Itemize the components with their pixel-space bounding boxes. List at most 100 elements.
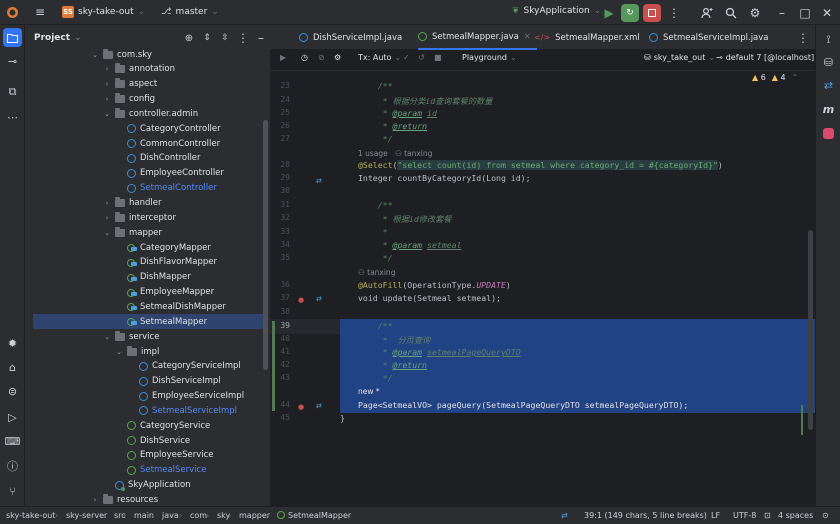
tree-item[interactable]: ⌄ mapper [103, 225, 162, 240]
close-icon[interactable]: ✕ [817, 3, 837, 23]
tree-item[interactable]: ⌄ controller.admin [103, 106, 198, 121]
code-line-39[interactable]: /** [358, 321, 393, 331]
breadcrumb-item[interactable]: sky-server [66, 511, 107, 520]
author-hint[interactable]: ⚇ tanxing [358, 268, 395, 277]
code-line-25[interactable]: * @param id [358, 108, 437, 118]
tree-item[interactable]: SetmealController [115, 181, 217, 196]
vcs-status-icon[interactable]: ⇄ [561, 511, 568, 520]
build-icon[interactable]: ⌂ [3, 358, 22, 377]
tree-item[interactable]: CategoryService [115, 418, 210, 433]
breadcrumb-item[interactable]: java [162, 511, 179, 520]
ai-assistant-icon[interactable]: ⇄ [819, 76, 838, 95]
tree-item[interactable]: ⌄ com.sky [91, 47, 152, 62]
tree-item[interactable]: DishController [115, 151, 201, 166]
settings-gear-icon[interactable]: ⚙ [745, 3, 765, 23]
lock-icon[interactable]: ⊡ [764, 511, 771, 520]
tabs-more-icon[interactable]: ⋮ [793, 28, 813, 48]
tree-item[interactable]: DishMapper [115, 270, 191, 285]
datasource-selector[interactable]: ⛁ sky_take_out ⌄ [644, 53, 715, 62]
new-hint[interactable]: new * [358, 387, 380, 396]
search-icon[interactable] [721, 3, 741, 23]
tree-item[interactable]: DishServiceImpl [127, 374, 221, 389]
breadcrumb-item[interactable]: com [190, 511, 207, 520]
tree-item[interactable]: › handler [103, 196, 161, 211]
branch-switcher[interactable]: ⎇ master ⌄ [161, 7, 219, 17]
close-icon[interactable]: ✕ [524, 32, 531, 41]
tree-item[interactable]: SetmealServiceImpl [127, 403, 237, 418]
inspection-widget[interactable]: ▲ 6 ▲ 4 ⌃ [752, 73, 798, 82]
usage-hint[interactable]: 1 usage ⚇ tanxing [358, 149, 432, 158]
indent-setting[interactable]: 4 spaces [778, 511, 813, 520]
code-line-44[interactable]: Page<SetmealVO> pageQuery(SetmealPageQue… [358, 400, 688, 410]
run-icon[interactable]: ▶ [599, 3, 619, 23]
run-tool-icon[interactable]: ▷ [3, 408, 22, 427]
plugin-icon[interactable] [819, 124, 838, 143]
chevron-right-icon[interactable]: › [103, 214, 111, 222]
debug-icon[interactable]: ✹ [3, 334, 22, 353]
code-line-33[interactable]: * [358, 227, 388, 237]
file-encoding[interactable]: UTF-8 [733, 511, 756, 520]
tree-item[interactable]: SetmealDishMapper [115, 299, 226, 314]
chevron-down-icon[interactable]: ⌄ [103, 110, 111, 118]
breadcrumb-item[interactable]: SetmealMapper [277, 511, 351, 520]
line-separator[interactable]: LF [711, 511, 720, 520]
editor-scrollbar[interactable] [808, 230, 813, 430]
project-panel-title[interactable]: Project [34, 33, 70, 43]
chevron-down-icon[interactable]: ⌄ [103, 229, 111, 237]
locate-icon[interactable]: ⊕ [179, 28, 199, 48]
git-icon[interactable]: ⑂ [3, 482, 22, 501]
more-tools-icon[interactable]: ⋯ [3, 108, 22, 127]
playground-selector[interactable]: Playground ⌄ [462, 53, 517, 62]
commit-check-icon[interactable]: ✓ [403, 53, 410, 62]
tree-item[interactable]: CategoryMapper [115, 240, 211, 255]
breadcrumb-item[interactable]: sky-take-out [6, 511, 55, 520]
caret-position[interactable]: 39:1 (149 chars, 5 line breaks) [584, 511, 707, 520]
tree-item[interactable]: ⌄ service [103, 329, 159, 344]
tree-item[interactable]: SetmealMapper [33, 314, 263, 330]
chevron-right-icon[interactable]: › [103, 80, 111, 88]
rollback-icon[interactable]: ↺ [418, 53, 425, 62]
mapper-navigate-icon[interactable]: ⇄ [316, 295, 322, 303]
code-line-37[interactable]: void update(Setmeal setmeal); [358, 293, 501, 303]
ide-logo-icon[interactable] [2, 2, 22, 22]
options-icon[interactable]: ⋮ [233, 28, 253, 48]
add-user-icon[interactable] [697, 3, 717, 23]
code-line-24[interactable]: * 根据分类id查询套餐的数量 [358, 95, 493, 107]
tree-item[interactable]: › aspect [103, 77, 157, 92]
tree-item[interactable]: EmployeeService [115, 448, 214, 463]
hide-panel-icon[interactable]: – [251, 28, 271, 48]
code-line-45[interactable]: } [340, 413, 345, 423]
code-line-23[interactable]: /** [358, 81, 393, 91]
chevron-right-icon[interactable]: › [103, 95, 111, 103]
more-actions-icon[interactable]: ⋮ [664, 3, 684, 23]
tree-item[interactable]: CommonController [115, 136, 220, 151]
stop-square-icon[interactable]: ■ [434, 53, 442, 62]
code-line-43[interactable]: */ [358, 373, 393, 383]
tree-scrollbar[interactable] [263, 120, 268, 370]
code-line-26[interactable]: * @return [358, 121, 427, 131]
maximize-icon[interactable]: □ [795, 3, 815, 23]
chevron-right-icon[interactable]: › [103, 199, 111, 207]
project-tool-icon[interactable] [3, 28, 22, 47]
rerun-button[interactable]: ↻ [621, 4, 639, 22]
override-icon[interactable]: ● [298, 296, 304, 304]
tree-item[interactable]: › interceptor [103, 210, 176, 225]
code-line-29[interactable]: Integer countByCategoryId(Long id); [358, 173, 531, 183]
chevron-right-icon[interactable]: › [103, 65, 111, 73]
collapse-all-icon[interactable]: ⇳ [215, 28, 235, 48]
tree-item[interactable]: DishService [115, 433, 190, 448]
chevron-down-icon[interactable]: ⌄ [103, 333, 111, 341]
override-icon[interactable]: ● [298, 403, 304, 411]
expand-all-icon[interactable]: ⇕ [197, 28, 217, 48]
maven-icon[interactable]: m [819, 100, 838, 119]
stop-button[interactable] [643, 4, 661, 22]
tree-item[interactable]: › config [103, 92, 155, 107]
chevron-down-icon[interactable]: ⌄ [115, 348, 123, 356]
mapper-navigate-icon[interactable]: ⇄ [316, 177, 322, 185]
chevron-right-icon[interactable]: › [91, 496, 99, 504]
mapper-navigate-icon[interactable]: ⇄ [316, 402, 322, 410]
database-icon[interactable]: ⛁ [819, 53, 838, 72]
chevron-up-icon[interactable]: ⌃ [792, 73, 799, 82]
schema-selector[interactable]: ⊸ default 7 [@localhost] [716, 53, 814, 62]
terminal-icon[interactable]: ⌨ [3, 432, 22, 451]
